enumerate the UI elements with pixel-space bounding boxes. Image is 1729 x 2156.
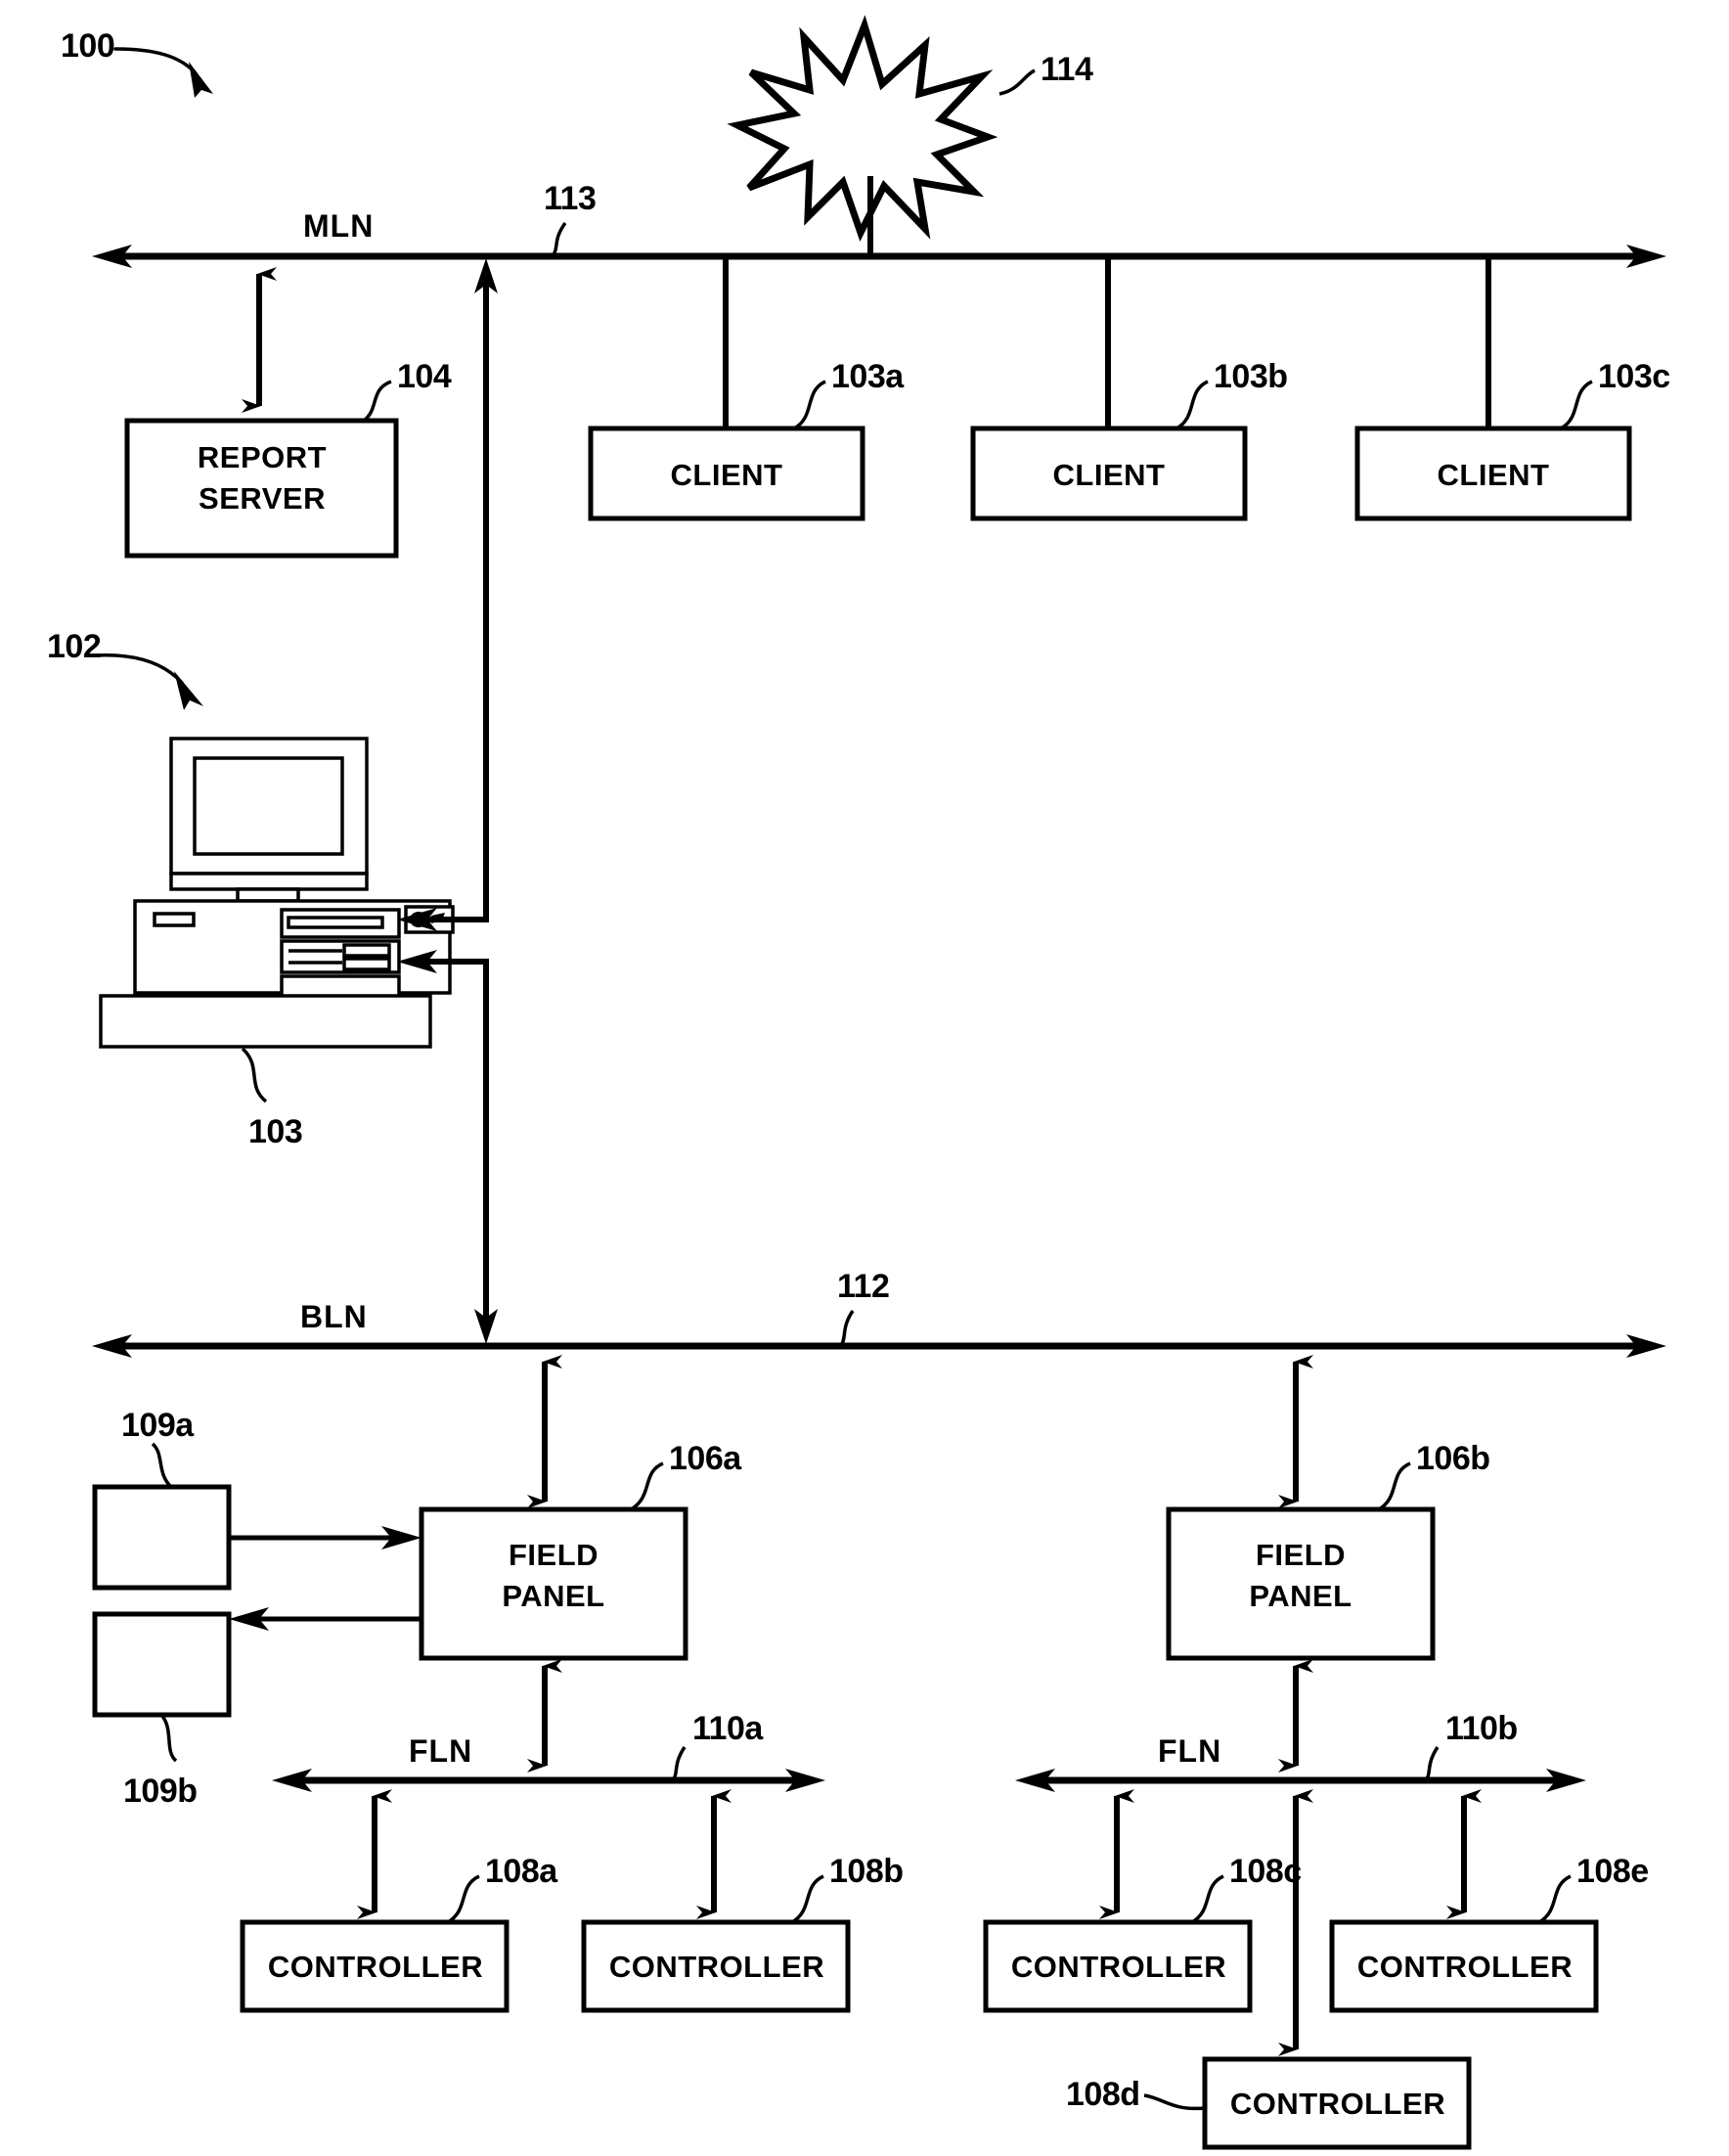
ref-label-113: 113 — [544, 180, 596, 217]
ref-label-108d: 108d — [1066, 2076, 1140, 2113]
bus-label-fln-left: FLN — [409, 1733, 472, 1769]
workstation-ref-arrow — [94, 653, 203, 710]
leader-110a — [671, 1746, 687, 1782]
ref-label-108c: 108c — [1229, 1853, 1302, 1890]
device-a-box[interactable] — [92, 1484, 232, 1591]
ref-label-103b: 103b — [1214, 358, 1288, 395]
system-ref-arrow — [113, 47, 213, 98]
ref-label-103a: 103a — [831, 358, 905, 395]
client-a-label: CLIENT — [671, 458, 783, 492]
leader-106a — [630, 1461, 664, 1511]
client-c-label: CLIENT — [1438, 458, 1550, 492]
device-a-to-field-panel — [229, 1526, 421, 1550]
field-panel-b-label-1: FIELD — [1256, 1538, 1346, 1572]
ref-label-100: 100 — [61, 27, 114, 65]
ref-label-114: 114 — [1041, 51, 1093, 88]
controller-a-label: CONTROLLER — [268, 1950, 483, 1984]
leader-109a — [151, 1442, 173, 1489]
client-b-label: CLIENT — [1053, 458, 1166, 492]
report-server-label-2: SERVER — [199, 481, 326, 516]
network-diagram: 100 114 MLN 113 REPORT SERVER 104 CLIENT… — [47, 15, 1670, 2150]
ref-label-102: 102 — [47, 628, 101, 665]
ref-label-109a: 109a — [121, 1407, 195, 1444]
field-panel-a-label-1: FIELD — [509, 1538, 598, 1572]
ref-label-110a: 110a — [692, 1710, 764, 1747]
bus-bln[interactable] — [92, 1334, 1666, 1358]
leader-106b — [1377, 1461, 1411, 1511]
controller-c-label: CONTROLLER — [1011, 1950, 1226, 1984]
bus-label-fln-right: FLN — [1158, 1733, 1221, 1769]
ref-label-104: 104 — [397, 358, 452, 395]
leader-110b — [1424, 1746, 1440, 1782]
leader-103b — [1175, 380, 1209, 430]
ref-label-108a: 108a — [485, 1853, 558, 1890]
ref-label-106b: 106b — [1416, 1440, 1490, 1477]
leader-108d — [1143, 2093, 1206, 2111]
leader-108c — [1191, 1874, 1224, 1924]
controller-d-label: CONTROLLER — [1230, 2087, 1445, 2121]
controller-b-label: CONTROLLER — [609, 1950, 824, 1984]
leader-108e — [1538, 1874, 1572, 1924]
ref-label-108b: 108b — [829, 1853, 904, 1890]
ref-label-110b: 110b — [1445, 1710, 1518, 1747]
controller-e-label: CONTROLLER — [1357, 1950, 1573, 1984]
workstation-computer-icon[interactable] — [99, 737, 455, 1049]
ref-label-108e: 108e — [1576, 1853, 1649, 1890]
ref-label-109b: 109b — [123, 1773, 198, 1810]
leader-103a — [793, 380, 826, 430]
leader-103c — [1560, 380, 1593, 430]
bus-fln-right[interactable] — [1015, 1769, 1586, 1792]
leader-109b — [159, 1713, 178, 1763]
bus-mln[interactable] — [92, 245, 1666, 268]
leader-112 — [839, 1310, 855, 1347]
patent-figure-page: 100 114 MLN 113 REPORT SERVER 104 CLIENT… — [0, 0, 1729, 2156]
ref-label-106a: 106a — [669, 1440, 742, 1477]
report-server-label-1: REPORT — [198, 440, 327, 474]
leader-113 — [551, 221, 567, 258]
leader-104 — [362, 380, 392, 423]
bus-label-bln: BLN — [300, 1299, 368, 1334]
ref-label-112: 112 — [837, 1268, 889, 1305]
bus-label-mln: MLN — [303, 208, 374, 244]
field-panel-to-device-b — [229, 1607, 421, 1631]
leader-108a — [447, 1874, 480, 1924]
leader-103 — [241, 1047, 268, 1103]
bus-fln-left[interactable] — [272, 1769, 825, 1792]
ref-label-103: 103 — [248, 1113, 302, 1150]
leader-114 — [998, 68, 1036, 96]
field-panel-a-label-2: PANEL — [502, 1579, 604, 1613]
ref-label-103c: 103c — [1598, 358, 1670, 395]
leader-108b — [791, 1874, 824, 1924]
burst-icon — [727, 15, 998, 256]
field-panel-b-label-2: PANEL — [1249, 1579, 1352, 1613]
device-b-box[interactable] — [92, 1611, 232, 1718]
